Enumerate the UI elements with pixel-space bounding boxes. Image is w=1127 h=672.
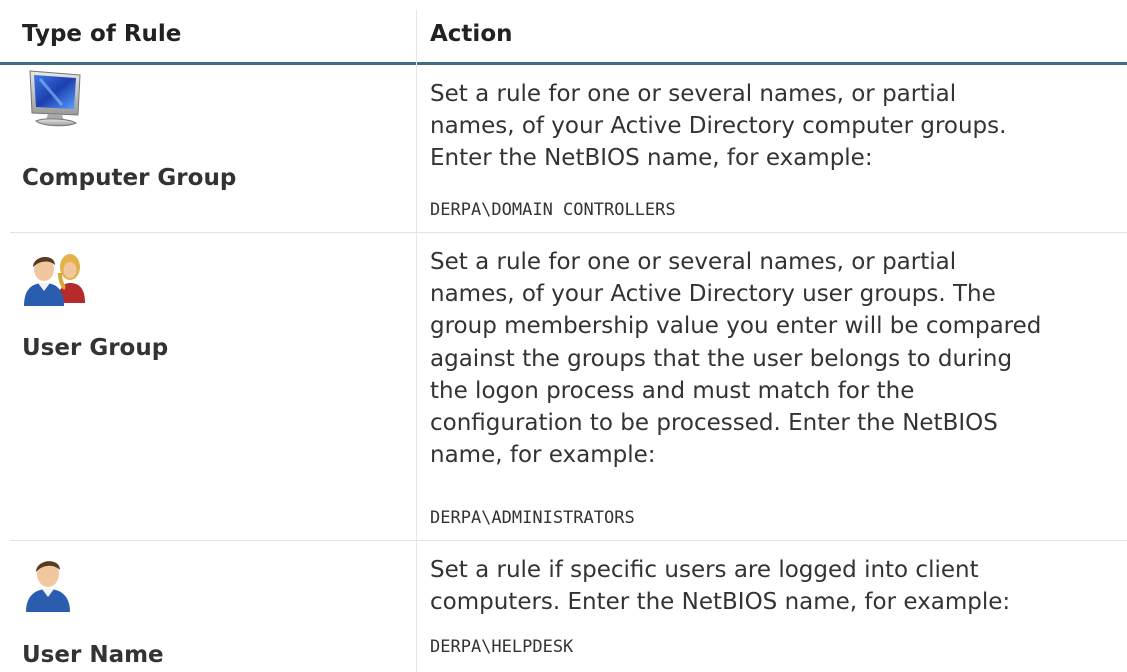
description-line: Set a rule for one or several names, or … [430, 81, 957, 107]
table-header: Type of Rule Action [0, 0, 1127, 65]
description-line: names, of your Active Directory user gro… [430, 281, 996, 308]
header-action: Action [430, 21, 513, 47]
type-cell: User Group [0, 233, 416, 540]
description-line: against the groups that the user belongs… [430, 345, 1013, 372]
example-code: DERPA\DOMAIN CONTROLLERS [430, 200, 676, 220]
description-line: the logon process and must match for the [430, 377, 915, 404]
example-code: DERPA\HELPDESK [430, 637, 574, 657]
rule-type-name: User Group [22, 335, 169, 361]
description-line: computers. Enter the NetBIOS name, for e… [430, 589, 1011, 616]
description-line: Set a rule for one or several names, or … [430, 249, 957, 275]
description-line: group membership value you enter will be… [430, 313, 1042, 340]
description-line: Enter the NetBIOS name, for example: [430, 145, 873, 172]
description-line: Set a rule if specific users are logged … [430, 557, 979, 583]
column-divider [416, 10, 417, 672]
user-icon [26, 561, 70, 612]
computer-monitor-icon [29, 70, 81, 127]
user-group-icon [24, 254, 85, 306]
type-cell: Computer Group [0, 65, 416, 232]
rule-description: Set a rule for one or several names, or … [430, 246, 1120, 471]
description-line: name, for example: [430, 442, 656, 469]
header-type-of-rule: Type of Rule [22, 21, 182, 47]
rule-type-name: User Name [22, 642, 164, 668]
description-line: names, of your Active Directory computer… [430, 113, 1007, 140]
rule-description: Set a rule for one or several names, or … [430, 78, 1120, 175]
type-cell: User Name [0, 541, 416, 672]
description-line: configuration to be processed. Enter the… [430, 410, 998, 437]
example-code: DERPA\ADMINISTRATORS [430, 508, 635, 528]
rule-type-name: Computer Group [22, 165, 237, 191]
rule-description: Set a rule if specific users are logged … [430, 554, 1120, 618]
